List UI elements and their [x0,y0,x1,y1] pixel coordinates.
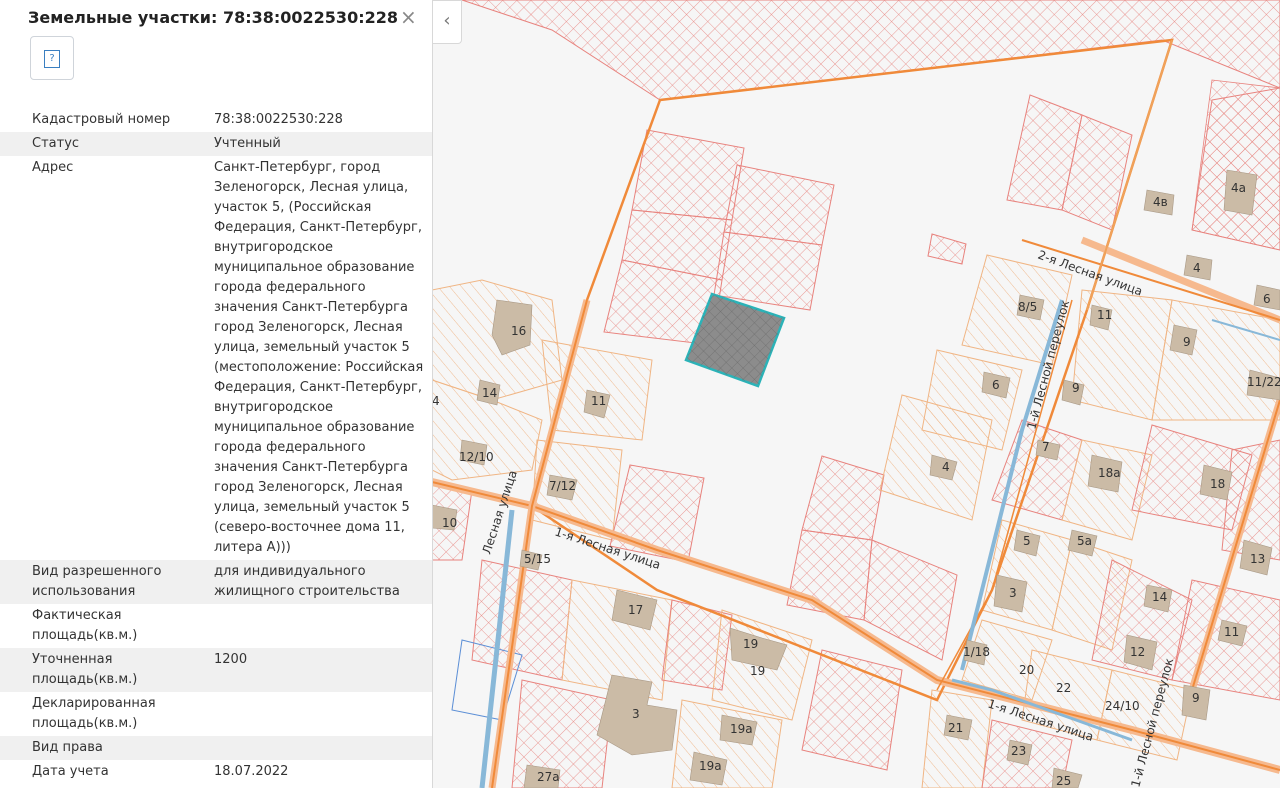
parcel-number: 4 [942,460,950,474]
property-label: Декларированная площадь(кв.м.) [32,696,156,731]
property-row: Вид права [0,736,432,760]
parcel-number: 19а [730,722,753,736]
parcel-number: 9 [1072,381,1080,395]
parcel-number: 11 [591,394,606,408]
property-value [214,692,432,736]
parcel-number: 3 [632,707,640,721]
property-row: Дата учета 18.07.2022 [0,760,432,784]
parcel[interactable] [1151,299,1280,421]
property-value: 78:38:0022530:228 [214,112,343,127]
property-row: Уточненная площадь(кв.м.) 1200 [0,648,432,692]
parcel-number: 23 [1011,744,1026,758]
parcel-number: 22 [1056,681,1071,695]
parcel-number: 5а [1077,534,1092,548]
info-button[interactable]: ? [30,36,74,80]
property-label: Фактическая площадь(кв.м.) [32,608,138,643]
parcel-number: 1/18 [963,645,990,659]
parcel-number: 24/10 [1105,699,1140,713]
parcel-number: 6 [1263,292,1271,306]
parcel-number: 18а [1098,466,1121,480]
property-label: Дата учета [32,764,109,779]
help-icon: ? [44,50,60,68]
panel-title: Земельные участки: 78:38:0022530:228 [28,8,398,27]
parcel-number: 27а [537,770,560,784]
property-row: Вид разрешенного использования для индиви… [0,560,432,604]
parcel-number: 17 [628,603,643,617]
parcel-number: 10 [442,516,457,530]
property-value: для индивидуального жилищного строительс… [214,564,400,599]
parcel-number: 20 [1019,663,1034,677]
property-label: Уточненная площадь(кв.м.) [32,652,138,687]
property-value: Санкт-Петербург, город Зеленогорск, Лесн… [214,160,424,555]
parcel-number: 4 [1193,261,1201,275]
parcel-number: 5 [1023,534,1031,548]
property-label: Вид разрешенного использования [32,564,162,599]
parcel-number: 4в [1153,195,1168,209]
parcel-number: 19а [699,759,722,773]
parcel-number: 4 [432,394,440,408]
parcel-number: 21 [948,721,963,735]
property-value [214,736,432,760]
property-label: Кадастровый номер [32,112,171,127]
parcel-number: 14 [1152,590,1167,604]
parcel-number: 8/5 [1018,300,1037,314]
parcel-number: 25 [1056,774,1071,788]
parcel-number: 19 [750,664,765,678]
property-row: Фактическая площадь(кв.м.) [0,604,432,648]
parcel-number: 9 [1192,691,1200,705]
parcel-number: 13 [1250,552,1265,566]
collapse-panel-button[interactable]: ‹ [433,0,462,44]
property-row: Адрес Санкт-Петербург, город Зеленогорск,… [0,156,432,560]
parcel-number: 7 [1042,440,1050,454]
parcel[interactable] [921,689,993,788]
parcel-number: 11 [1097,308,1112,322]
properties-table: Кадастровый номер 78:38:0022530:228 Стату… [0,108,432,784]
property-row: Кадастровый номер 78:38:0022530:228 [0,108,432,132]
property-value [214,604,432,648]
parcel-number: 19 [743,637,758,651]
property-row: Декларированная площадь(кв.м.) [0,692,432,736]
parcel-number: 5/15 [524,552,551,566]
parcel-number: 4а [1231,181,1246,195]
property-panel: Земельные участки: 78:38:0022530:228 × ?… [0,0,433,788]
parcel-number: 3 [1009,586,1017,600]
parcel-number: 11 [1224,625,1239,639]
parcel-number: 12/10 [459,450,494,464]
property-value: Учтенный [214,136,281,151]
property-label: Адрес [32,160,74,175]
property-label: Статус [32,136,80,151]
parcel-number: 6 [992,378,1000,392]
cadastral-map[interactable]: 2-я Лесная улица 1-я Лесная улица Лесная… [432,0,1280,788]
parcel-number: 16 [511,324,526,338]
parcel-number: 14 [482,386,497,400]
property-row: Статус Учтенный [0,132,432,156]
parcel-number: 11/22 [1247,375,1280,389]
property-value: 18.07.2022 [214,764,289,779]
parcel-number: 12 [1130,645,1145,659]
property-label: Вид права [32,740,103,755]
parcel-number: 7/12 [549,479,576,493]
property-value: 1200 [214,652,248,667]
parcel-number: 9 [1183,335,1191,349]
close-icon[interactable]: × [400,6,417,28]
parcel-number: 18 [1210,477,1225,491]
